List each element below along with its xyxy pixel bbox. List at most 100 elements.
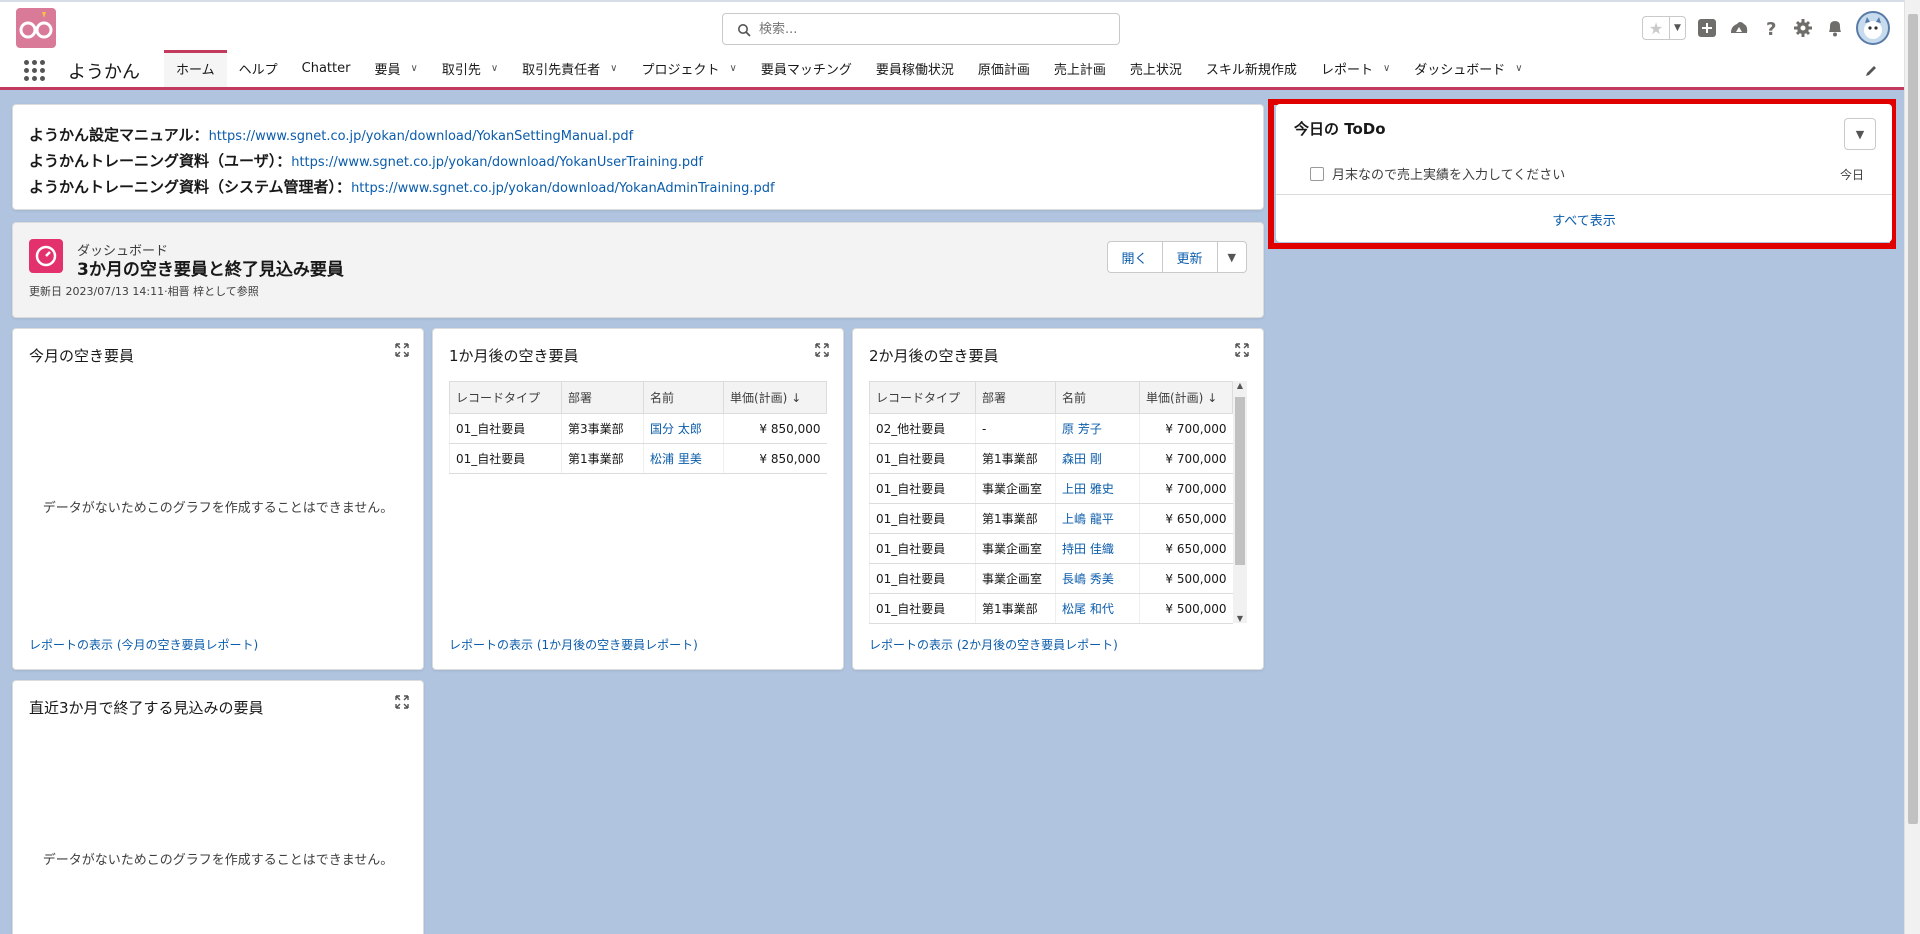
avatar[interactable] — [1856, 11, 1890, 45]
column-header[interactable]: 単価(計画) ↓ — [1139, 381, 1233, 414]
task-label[interactable]: 月末なので売上実績を入力してください — [1332, 164, 1565, 183]
help-icon[interactable]: ? — [1760, 17, 1782, 39]
tab-8[interactable]: 要員稼働状況 — [864, 50, 966, 87]
add-icon[interactable] — [1696, 17, 1718, 39]
name-link[interactable]: 国分 太郎 — [643, 413, 724, 444]
column-header[interactable]: レコードタイプ — [449, 381, 562, 414]
page-scrollbar[interactable] — [1904, 0, 1920, 934]
tab-4[interactable]: 取引先 ∨ — [430, 50, 510, 87]
expand-icon[interactable] — [395, 695, 409, 709]
search-input[interactable] — [759, 18, 1099, 40]
trailhead-icon[interactable] — [1728, 17, 1750, 39]
user-training-link[interactable]: https://www.sgnet.co.jp/yokan/download/Y… — [291, 155, 703, 170]
tab-0[interactable]: ホーム — [164, 50, 227, 87]
scroll-up-icon[interactable]: ▲ — [1233, 381, 1247, 390]
table-cell: 事業企画室 — [975, 473, 1056, 504]
setup-gear-icon[interactable] — [1792, 17, 1814, 39]
task-checkbox[interactable] — [1310, 166, 1324, 181]
expand-icon[interactable] — [395, 343, 409, 357]
tab-13[interactable]: レポート ∨ — [1309, 50, 1402, 87]
tab-6[interactable]: プロジェクト ∨ — [630, 50, 749, 87]
tab-14[interactable]: ダッシュボード ∨ — [1402, 50, 1534, 87]
expand-icon[interactable] — [1235, 343, 1249, 357]
table-cell: 01_自社要員 — [449, 413, 562, 444]
page-scroll-thumb[interactable] — [1908, 14, 1918, 824]
dashboard-header: ダッシュボード 3か月の空き要員と終了見込み要員 更新日 2023/07/13 … — [12, 222, 1264, 318]
chevron-down-icon[interactable]: ∨ — [491, 63, 498, 74]
global-search[interactable] — [722, 13, 1120, 45]
tab-9[interactable]: 原価計画 — [966, 50, 1042, 87]
name-link[interactable]: 上嶋 龍平 — [1055, 503, 1140, 534]
chevron-down-icon[interactable]: ∨ — [610, 63, 617, 74]
admin-training-link[interactable]: https://www.sgnet.co.jp/yokan/download/Y… — [351, 181, 775, 196]
link-label: ようかんトレーニング資料（ユーザ）： — [29, 152, 292, 170]
app-launcher-icon[interactable] — [24, 60, 46, 82]
column-header[interactable]: 単価(計画) ↓ — [723, 381, 827, 414]
report-link-this-month[interactable]: レポートの表示 (今月の空き要員レポート) — [29, 636, 258, 653]
tab-2[interactable]: Chatter — [290, 50, 363, 87]
scroll-down-icon[interactable]: ▼ — [1233, 614, 1247, 623]
name-link[interactable]: 森田 剛 — [1055, 443, 1140, 474]
table-row: 01_自社要員 第3事業部 国分 太郎 ¥ 850,000 — [449, 413, 827, 444]
edit-nav-pencil-icon[interactable] — [1864, 64, 1878, 78]
app-logo[interactable] — [16, 8, 56, 48]
name-link[interactable]: 原 芳子 — [1055, 413, 1140, 444]
tab-3[interactable]: 要員 ∨ — [362, 50, 429, 87]
table-row: 01_自社要員 事業企画室 上田 雅史 ¥ 700,000 — [869, 473, 1233, 504]
column-header[interactable]: 部署 — [561, 381, 644, 414]
name-link[interactable]: 上田 雅史 — [1055, 473, 1140, 504]
tab-label: Chatter — [301, 61, 351, 76]
tab-12[interactable]: スキル新規作成 — [1194, 50, 1309, 87]
name-link[interactable]: 長嶋 秀美 — [1055, 563, 1140, 594]
todo-task-item[interactable]: 月末なので売上実績を入力してください — [1310, 164, 1565, 183]
link-row: ようかんトレーニング資料（システム管理者）：https://www.sgnet.… — [29, 175, 1247, 201]
column-header[interactable]: レコードタイプ — [869, 381, 976, 414]
dashboard-meta: 更新日 2023/07/13 14:11·相晋 梓として参照 — [29, 285, 259, 298]
chevron-down-icon[interactable]: ▼ — [1217, 241, 1247, 273]
table-cell: ¥ 500,000 — [1139, 593, 1233, 624]
chevron-down-icon[interactable]: ∨ — [1515, 63, 1522, 74]
tab-5[interactable]: 取引先責任者 ∨ — [510, 50, 629, 87]
table-cell: ¥ 700,000 — [1139, 473, 1233, 504]
column-header[interactable]: 名前 — [1055, 381, 1140, 414]
column-header[interactable]: 部署 — [975, 381, 1056, 414]
tab-7[interactable]: 要員マッチング — [749, 50, 864, 87]
favorites-button[interactable]: ★ ▼ — [1642, 16, 1686, 40]
dashboard-title: 3か月の空き要員と終了見込み要員 — [77, 260, 344, 280]
table-row: 01_自社要員 第1事業部 上嶋 龍平 ¥ 650,000 — [869, 503, 1233, 534]
open-button[interactable]: 開く — [1106, 241, 1163, 273]
chevron-down-icon[interactable]: ▼ — [1844, 118, 1876, 150]
name-link[interactable]: 持田 佳織 — [1055, 533, 1140, 564]
tab-label: 原価計画 — [977, 63, 1030, 78]
app-name: ようかん — [68, 62, 140, 83]
scroll-thumb[interactable] — [1235, 397, 1245, 565]
notification-bell-icon[interactable] — [1824, 17, 1846, 39]
report-link-two-month[interactable]: レポートの表示 (2か月後の空き要員レポート) — [869, 636, 1118, 653]
table-cell: 02_他社要員 — [869, 413, 976, 444]
table-cell: ¥ 650,000 — [1139, 533, 1233, 564]
expand-icon[interactable] — [815, 343, 829, 357]
setting-manual-link[interactable]: https://www.sgnet.co.jp/yokan/download/Y… — [209, 129, 634, 144]
tab-10[interactable]: 売上計画 — [1042, 50, 1118, 87]
name-link[interactable]: 松尾 和代 — [1055, 593, 1140, 624]
table-cell: 01_自社要員 — [869, 563, 976, 594]
view-all-link[interactable]: すべて表示 — [1276, 210, 1892, 229]
favorites-dropdown-icon[interactable]: ▼ — [1669, 17, 1685, 39]
search-icon — [738, 24, 751, 37]
chevron-down-icon[interactable]: ∨ — [1383, 63, 1390, 74]
table-cell: ¥ 500,000 — [1139, 563, 1233, 594]
divider — [1276, 194, 1892, 195]
tab-11[interactable]: 売上状況 — [1118, 50, 1194, 87]
report-table: レコードタイプ 部署 名前 単価(計画) ↓ 01_自社要員 第3事業部 国分 太郎… — [449, 381, 827, 474]
chevron-down-icon[interactable]: ∨ — [410, 63, 417, 74]
column-header[interactable]: 名前 — [643, 381, 724, 414]
refresh-button[interactable]: 更新 — [1162, 241, 1218, 273]
chevron-down-icon[interactable]: ∨ — [730, 63, 737, 74]
tab-1[interactable]: ヘルプ — [227, 50, 290, 87]
table-cell: 01_自社要員 — [869, 593, 976, 624]
star-icon[interactable]: ★ — [1643, 17, 1669, 39]
name-link[interactable]: 松浦 里美 — [643, 443, 724, 474]
table-scrollbar[interactable]: ▲ ▼ — [1233, 381, 1247, 623]
table-row: 01_自社要員 第1事業部 松尾 和代 ¥ 500,000 — [869, 593, 1233, 624]
report-link-one-month[interactable]: レポートの表示 (1か月後の空き要員レポート) — [449, 636, 698, 653]
